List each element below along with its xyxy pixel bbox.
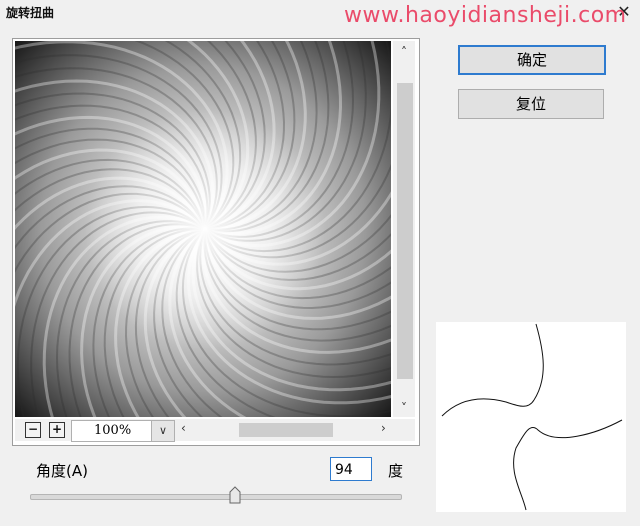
twirl-thumbnail-curve [441,323,623,511]
angle-slider-thumb[interactable] [229,486,241,504]
zoom-value: 100% [94,423,132,438]
angle-slider-track[interactable] [30,494,402,500]
scroll-up-icon[interactable]: ˄ [393,43,415,61]
scroll-right-icon[interactable]: › [381,421,386,435]
twirl-preview-svg [15,41,391,417]
scroll-down-icon[interactable]: ˅ [393,399,415,417]
vertical-scrollbar[interactable]: ˄ ˅ [393,41,415,417]
vertical-scroll-thumb[interactable] [397,83,413,379]
chevron-down-icon[interactable]: ∨ [151,421,174,441]
dialog-title: 旋转扭曲 [6,6,55,20]
preview-panel: ˄ ˅ − + 100% ∨ ‹ › [12,38,420,446]
twirl-thumbnail [436,322,626,512]
angle-label: 角度(A) [36,462,88,480]
zoom-select[interactable]: 100% ∨ [71,420,175,442]
angle-unit-label: 度 [388,462,404,480]
zoom-in-button[interactable]: + [49,422,65,438]
ok-button[interactable]: 确定 [458,45,606,75]
preview-toolbar: − + 100% ∨ ‹ › [15,419,415,442]
twirl-preview-image[interactable] [15,41,391,417]
scroll-left-icon[interactable]: ‹ [181,421,186,435]
reset-button[interactable]: 复位 [458,89,604,119]
horizontal-scroll-thumb[interactable] [239,423,333,437]
zoom-out-button[interactable]: − [25,422,41,438]
watermark-text: www.haoyidiansheji.com [344,3,627,28]
angle-input[interactable]: 94 [330,457,372,481]
